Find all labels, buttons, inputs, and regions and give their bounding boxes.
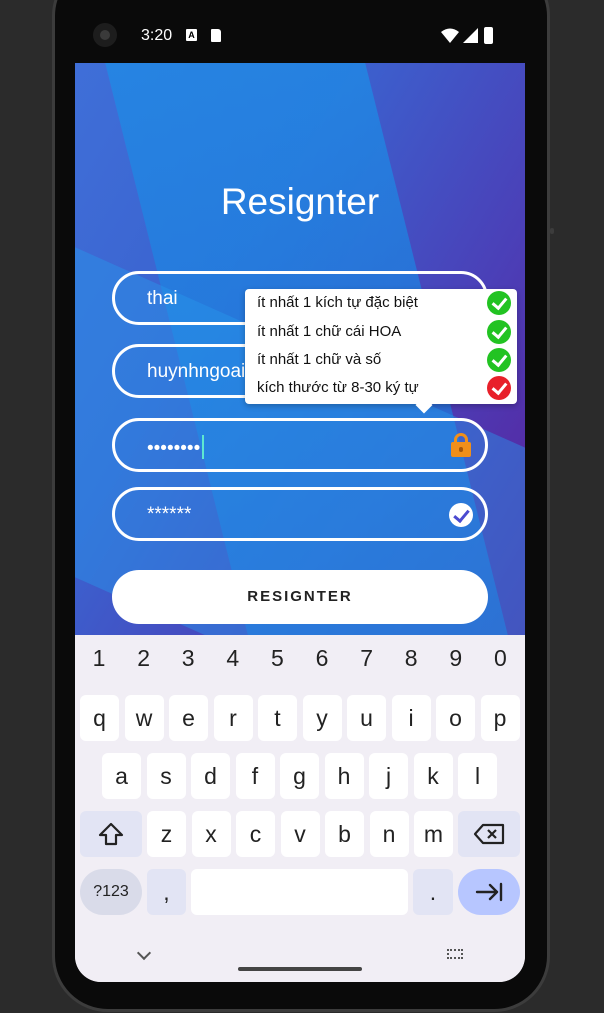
front-camera [93, 23, 117, 47]
key-u[interactable]: u [347, 695, 386, 741]
period-key[interactable]: . [413, 869, 453, 915]
rule-text: ít nhất 1 chữ cái HOA [257, 323, 402, 340]
key-h[interactable]: h [324, 753, 364, 799]
check-circle-icon [487, 348, 511, 372]
battery-icon [484, 27, 493, 44]
password-rule: ít nhất 1 chữ và số [257, 346, 513, 374]
register-screen: Resignter thai huynhngoai •••••••• *****… [75, 63, 525, 635]
home-indicator[interactable] [238, 967, 362, 971]
number-key-1[interactable]: 1 [77, 645, 121, 672]
number-key-3[interactable]: 3 [166, 645, 210, 672]
number-key-8[interactable]: 8 [389, 645, 433, 672]
register-button[interactable]: RESIGNTER [112, 570, 488, 624]
rule-text: ít nhất 1 kích tự đặc biệt [257, 294, 418, 311]
username-value: thai [147, 288, 178, 309]
key-o[interactable]: o [436, 695, 475, 741]
password-rule: ít nhất 1 chữ cái HOA [257, 318, 513, 346]
check-circle-icon [449, 503, 473, 527]
rule-text: kích thước từ 8-30 ký tự [257, 379, 419, 396]
key-i[interactable]: i [391, 695, 431, 741]
key-p[interactable]: p [480, 695, 520, 741]
key-d[interactable]: d [191, 753, 230, 799]
confirm-password-field[interactable]: ****** [112, 487, 488, 541]
key-v[interactable]: v [280, 811, 320, 857]
backspace-icon [473, 823, 505, 845]
shift-key[interactable] [80, 811, 142, 857]
hide-keyboard-button[interactable] [136, 945, 152, 961]
password-value-wrap: •••••••• [147, 435, 205, 460]
page-title: Resignter [220, 181, 380, 222]
password-rules-popup: ít nhất 1 kích tự đặc biệt ít nhất 1 chữ… [245, 289, 517, 404]
key-j[interactable]: j [369, 753, 408, 799]
check-circle-icon [487, 320, 511, 344]
rule-text: ít nhất 1 chữ và số [257, 351, 382, 368]
number-key-7[interactable]: 7 [345, 645, 389, 672]
status-bar: 3:20 A [75, 18, 525, 54]
key-y[interactable]: y [302, 695, 342, 741]
key-m[interactable]: m [414, 811, 453, 857]
symbols-key[interactable]: ?123 [80, 869, 142, 915]
signal-icon [463, 28, 478, 43]
number-key-4[interactable]: 4 [211, 645, 255, 672]
check-circle-icon [487, 291, 511, 315]
key-s[interactable]: s [146, 753, 186, 799]
space-key[interactable] [191, 869, 408, 915]
key-l[interactable]: l [458, 753, 497, 799]
tab-arrow-icon [475, 882, 503, 902]
keyboard-switch-icon[interactable] [447, 949, 463, 959]
key-w[interactable]: w [124, 695, 164, 741]
keyboard-a-icon: A [186, 29, 197, 41]
lock-icon[interactable] [451, 433, 471, 457]
number-key-9[interactable]: 9 [434, 645, 478, 672]
wifi-icon [441, 28, 459, 43]
password-rule: ít nhất 1 kích tự đặc biệt [257, 289, 513, 317]
key-r[interactable]: r [213, 695, 253, 741]
password-rule: kích thước từ 8-30 ký tự [257, 374, 513, 402]
device-screen: Resignter thai huynhngoai •••••••• *****… [75, 63, 525, 982]
key-e[interactable]: e [169, 695, 208, 741]
key-g[interactable]: g [280, 753, 319, 799]
status-time: 3:20 [141, 27, 173, 44]
number-row: 1234567890 [75, 645, 525, 681]
key-c[interactable]: c [236, 811, 275, 857]
confirm-password-value: ****** [147, 504, 192, 525]
text-cursor [202, 435, 205, 459]
number-key-0[interactable]: 0 [478, 645, 522, 672]
backspace-key[interactable] [458, 811, 520, 857]
phone-side-button [550, 228, 554, 234]
password-value: •••••••• [147, 438, 201, 459]
key-t[interactable]: t [258, 695, 297, 741]
comma-key[interactable]: , [147, 869, 186, 915]
check-circle-red-icon [487, 376, 511, 400]
key-n[interactable]: n [369, 811, 409, 857]
number-key-5[interactable]: 5 [255, 645, 299, 672]
key-a[interactable]: a [102, 753, 141, 799]
number-key-2[interactable]: 2 [122, 645, 166, 672]
key-z[interactable]: z [147, 811, 186, 857]
sd-card-icon [211, 29, 221, 42]
shift-icon [98, 822, 124, 846]
key-k[interactable]: k [413, 753, 453, 799]
key-x[interactable]: x [191, 811, 231, 857]
password-field[interactable]: •••••••• [112, 418, 488, 472]
key-f[interactable]: f [235, 753, 275, 799]
enter-key[interactable] [458, 869, 520, 915]
key-q[interactable]: q [80, 695, 119, 741]
key-b[interactable]: b [325, 811, 364, 857]
soft-keyboard: 1234567890 qwertyuiop asdfghjkl zxcvbnm … [75, 635, 525, 982]
number-key-6[interactable]: 6 [300, 645, 344, 672]
